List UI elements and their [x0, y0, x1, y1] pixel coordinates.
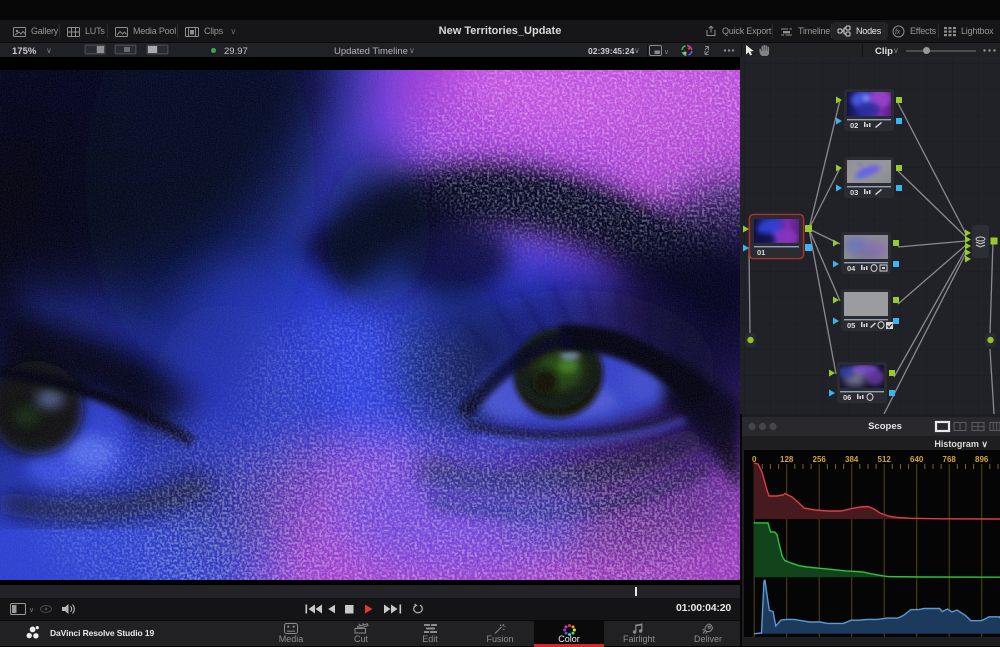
svg-text:03: 03 [850, 188, 858, 197]
svg-text:fx: fx [895, 29, 901, 36]
svg-text:128: 128 [780, 455, 794, 464]
svg-text:384: 384 [845, 455, 859, 464]
svg-text:01: 01 [757, 248, 765, 257]
svg-text:768: 768 [943, 455, 957, 464]
svg-text:640: 640 [910, 455, 924, 464]
svg-text:256: 256 [813, 455, 827, 464]
svg-text:04: 04 [847, 264, 856, 273]
svg-text:05: 05 [847, 321, 855, 330]
svg-text:02: 02 [850, 121, 858, 130]
svg-text:∨: ∨ [664, 49, 669, 56]
svg-text:∨: ∨ [29, 607, 34, 614]
svg-text:512: 512 [878, 455, 892, 464]
svg-text:896: 896 [975, 455, 989, 464]
svg-text:06: 06 [843, 393, 851, 402]
